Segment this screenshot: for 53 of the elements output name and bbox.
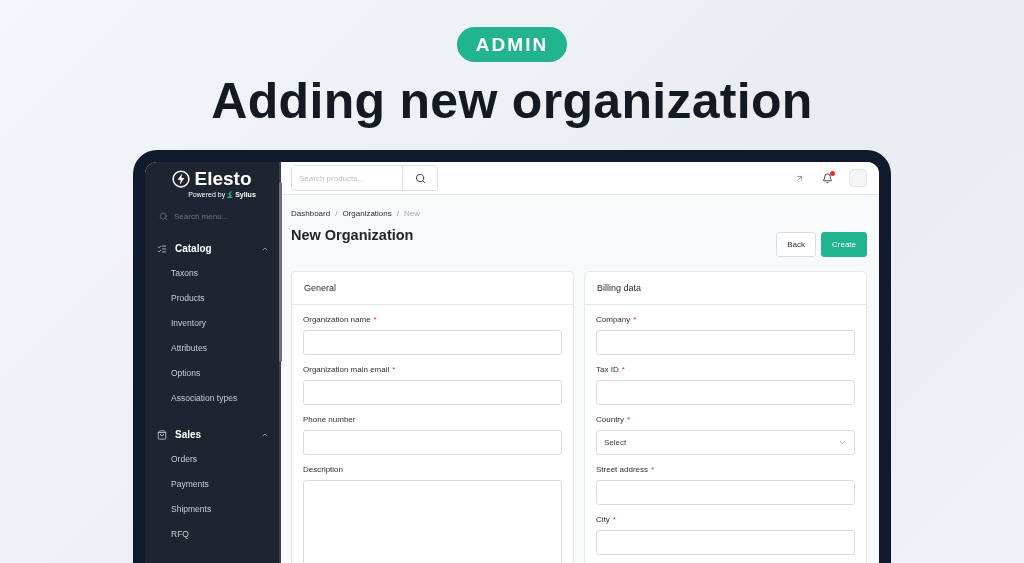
menu-search-field[interactable]: Search menu... [157,210,279,223]
menu-item[interactable]: Payments [145,472,279,497]
product-search-field[interactable]: Search products... [291,165,438,191]
select-dropdown[interactable]: Select [596,430,855,455]
description-textarea[interactable] [303,480,562,563]
search-icon [414,172,426,184]
menu-item[interactable]: Taxons [145,261,279,286]
avatar-button[interactable] [849,169,867,187]
menu-section-header[interactable]: Sales [145,422,279,447]
list-icon [157,243,167,254]
text-input-field[interactable] [303,330,562,355]
field-label: Organization name * [303,314,378,326]
menu-item[interactable]: Inventory [145,311,279,336]
menu-item[interactable]: Shipments [145,497,279,522]
breadcrumb-link[interactable]: Dashboard [291,209,331,218]
menu-section-header[interactable]: Catalog [145,236,279,261]
breadcrumb-link[interactable]: Organizations [342,209,392,218]
field-label: Tax ID * [596,364,626,376]
breadcrumb-separator: / [396,209,399,218]
text-input-field[interactable] [596,480,855,505]
text-input-field[interactable] [596,380,855,405]
field-label: Country * [596,414,632,426]
search-button[interactable] [402,166,437,190]
field-label: Organization main email * [303,364,397,376]
menu-item[interactable]: Options [145,361,279,386]
menu-item[interactable]: Attributes [145,336,279,361]
text-input-field[interactable] [596,330,855,355]
search-icon [159,212,168,221]
page-title: New Organization [291,226,415,243]
admin-badge: ADMIN [456,27,568,62]
bag-icon [157,429,167,440]
logo-text: Elesto [194,168,252,190]
field-label: Phone number [303,414,357,426]
menu-item[interactable]: RFQ [145,522,279,547]
card-title: Billing data [597,283,642,293]
field-label: Company * [596,314,638,326]
headline: Adding new organization [211,73,813,129]
back-button[interactable]: Back [776,232,816,257]
chevron-down-icon [838,438,847,447]
bell-icon[interactable] [820,170,835,186]
field-label: Description [303,464,344,476]
menu-item[interactable]: Association types [145,386,279,411]
field-label: City * [596,514,617,526]
card-title: General [304,283,337,293]
lightning-logo-icon [172,170,191,188]
menu-item[interactable]: Orders [145,447,279,472]
text-input-field[interactable] [303,380,562,405]
brand-mark-icon [227,191,234,198]
menu-item[interactable]: Products [145,286,279,311]
text-input-field[interactable] [596,530,855,555]
field-label: Street address * [596,464,656,476]
text-input-field[interactable] [303,430,562,455]
breadcrumb-separator: / [335,209,338,218]
